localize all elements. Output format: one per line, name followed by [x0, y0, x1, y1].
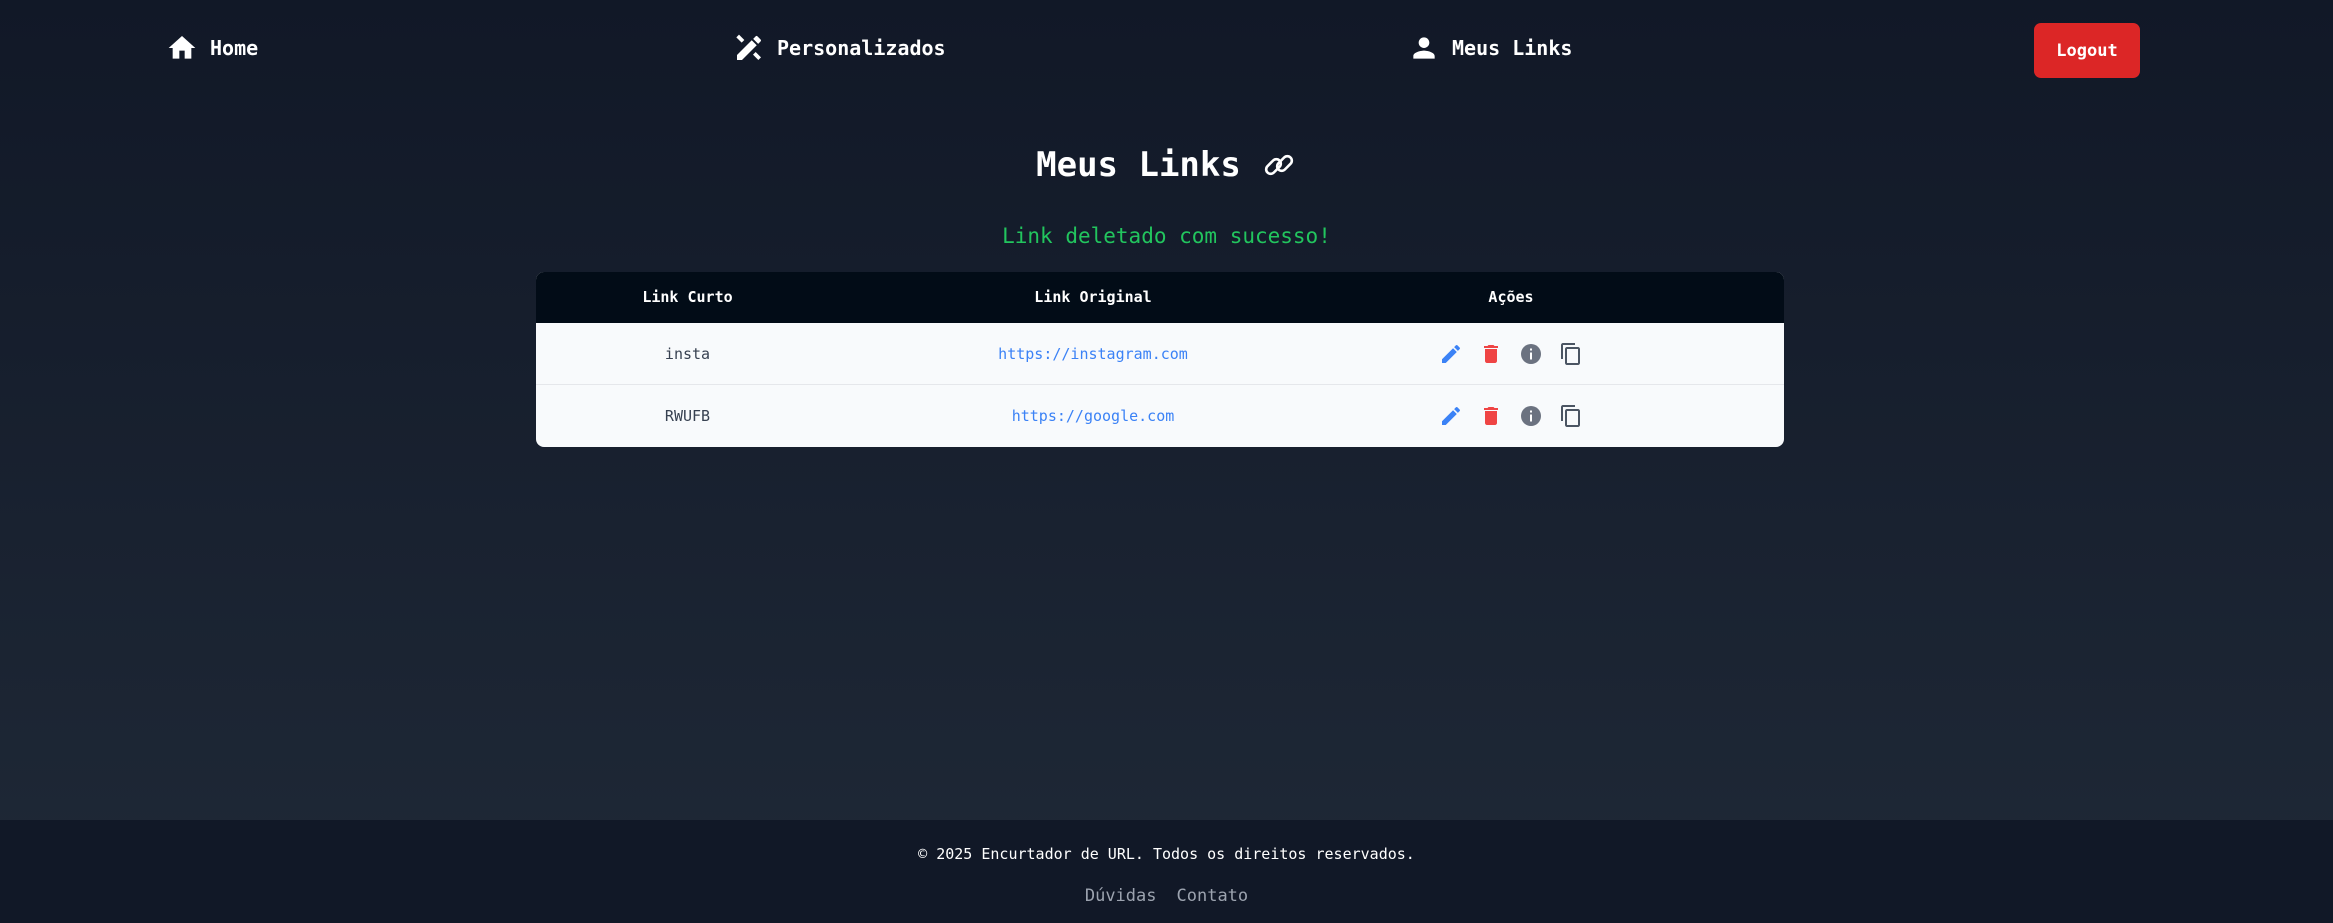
edit-icon[interactable] — [1438, 341, 1464, 367]
short-link-value: RWUFB — [664, 407, 711, 425]
delete-icon[interactable] — [1478, 403, 1504, 429]
info-icon[interactable] — [1518, 341, 1544, 367]
logout-button[interactable]: Logout — [2034, 23, 2140, 78]
table-row: RWUFB https://google.com — [536, 385, 1784, 447]
nav-home-label: Home — [210, 36, 259, 60]
header-original-link: Link Original — [1034, 288, 1152, 306]
table-row: insta https://instagram.com — [536, 323, 1784, 385]
nav-home[interactable]: Home — [166, 30, 258, 66]
links-table: Link Curto Link Original Ações insta htt… — [536, 272, 1784, 447]
home-icon — [166, 32, 198, 64]
delete-icon[interactable] — [1478, 341, 1504, 367]
page-title-wrap: Meus Links — [0, 145, 2333, 185]
person-icon — [1408, 32, 1440, 64]
info-icon[interactable] — [1518, 403, 1544, 429]
header-short-link: Link Curto — [642, 288, 733, 306]
row-actions — [1347, 323, 1675, 385]
link-chain-icon — [1261, 147, 1297, 183]
nav-personalizados-label: Personalizados — [777, 36, 946, 60]
navbar: Home Personalizados Meus Links Logout — [0, 0, 2333, 96]
copy-icon[interactable] — [1558, 341, 1584, 367]
row-actions — [1347, 385, 1675, 447]
original-link[interactable]: https://instagram.com — [839, 323, 1347, 385]
nav-meus-links-label: Meus Links — [1452, 36, 1573, 60]
design-pencil-icon — [733, 32, 765, 64]
nav-meus-links[interactable]: Meus Links — [1408, 30, 1572, 66]
footer-link-duvidas[interactable]: Dúvidas — [1085, 886, 1157, 906]
header-actions: Ações — [1488, 288, 1534, 306]
copyright-text: © 2025 Encurtador de URL. Todos os direi… — [918, 845, 1415, 863]
footer-links: Dúvidas Contato — [0, 886, 2333, 906]
footer-link-contato[interactable]: Contato — [1177, 886, 1249, 906]
short-link-value: insta — [664, 345, 711, 363]
edit-icon[interactable] — [1438, 403, 1464, 429]
nav-personalizados[interactable]: Personalizados — [733, 30, 946, 66]
success-message: Link deletado com sucesso! — [1002, 224, 1331, 248]
copy-icon[interactable] — [1558, 403, 1584, 429]
page-title: Meus Links — [1036, 145, 1241, 185]
table-header: Link Curto Link Original Ações — [536, 272, 1784, 323]
footer: © 2025 Encurtador de URL. Todos os direi… — [0, 820, 2333, 923]
original-link[interactable]: https://google.com — [839, 385, 1347, 447]
